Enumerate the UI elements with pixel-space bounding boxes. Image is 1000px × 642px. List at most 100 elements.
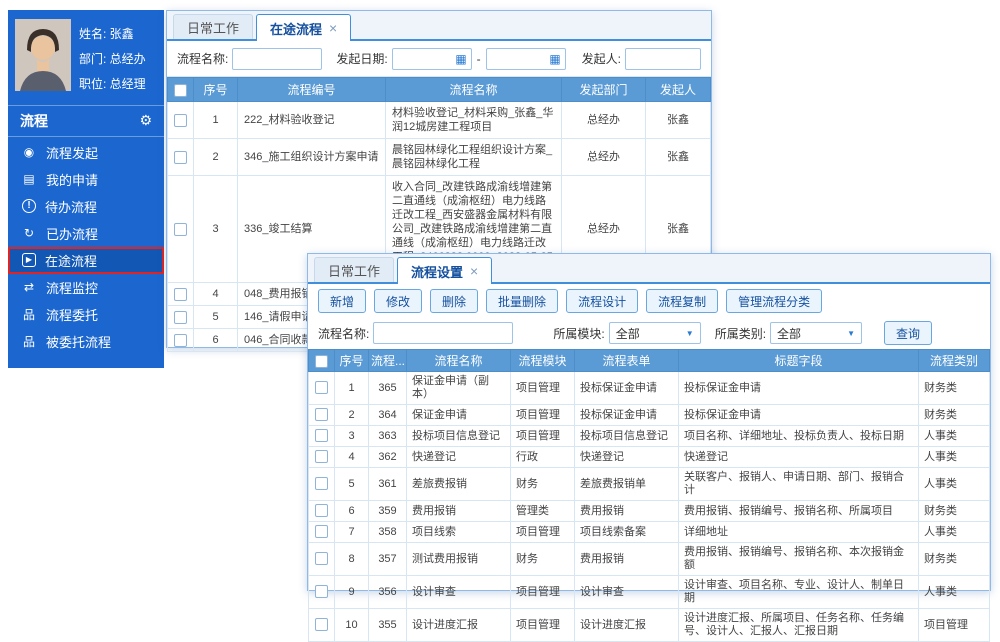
sidebar-item-initiate[interactable]: ◉流程发起 bbox=[8, 139, 164, 166]
table-row[interactable]: 2364保证金申请项目管理投标保证金申请投标保证金申请财务类 bbox=[309, 405, 990, 426]
row-checkbox[interactable] bbox=[174, 334, 187, 347]
sidebar-item-delegated[interactable]: 品被委托流程 bbox=[8, 328, 164, 355]
process-design-button[interactable]: 流程设计 bbox=[566, 289, 638, 313]
table-row[interactable]: 9356设计审查项目管理设计审查设计审查、项目名称、专业、设计人、制单日期人事类 bbox=[309, 576, 990, 609]
initiator-input[interactable] bbox=[625, 48, 701, 70]
tab-daily-work[interactable]: 日常工作 bbox=[173, 14, 253, 39]
sidebar-item-monitor[interactable]: ⇄流程监控 bbox=[8, 274, 164, 301]
add-button[interactable]: 新增 bbox=[318, 289, 366, 313]
table-row[interactable]: 2346_施工组织设计方案申请晨铭园林绿化工程组织设计方案_晨铭园林绿化工程总经… bbox=[168, 139, 711, 176]
cell-no: 4 bbox=[335, 447, 369, 468]
cell-name: 快递登记 bbox=[407, 447, 511, 468]
checkbox-cell bbox=[309, 447, 335, 468]
delete-button[interactable]: 删除 bbox=[430, 289, 478, 313]
select-all-checkbox[interactable] bbox=[174, 84, 187, 97]
row-checkbox[interactable] bbox=[315, 585, 328, 598]
row-checkbox[interactable] bbox=[174, 223, 187, 236]
category-select[interactable]: 全部 ▼ bbox=[770, 322, 862, 344]
delegate-icon: 品 bbox=[21, 306, 37, 323]
select-all-checkbox[interactable] bbox=[315, 355, 328, 368]
row-checkbox[interactable] bbox=[315, 429, 328, 442]
column-header[interactable]: 标题字段 bbox=[679, 350, 919, 372]
table-row[interactable]: 8357测试费用报销财务费用报销费用报销、报销编号、报销名称、本次报销金额财务类 bbox=[309, 543, 990, 576]
end-date-input[interactable]: ▦ bbox=[486, 48, 566, 70]
module-select[interactable]: 全部 ▼ bbox=[609, 322, 701, 344]
sidebar-item-delegate[interactable]: 品流程委托 bbox=[8, 301, 164, 328]
sidebar-item-in-transit[interactable]: ▶在途流程 bbox=[8, 247, 164, 274]
cell-category: 人事类 bbox=[919, 576, 990, 609]
row-checkbox[interactable] bbox=[315, 504, 328, 517]
row-checkbox[interactable] bbox=[174, 288, 187, 301]
sidebar-header: 流程 ⚙ bbox=[8, 105, 164, 137]
column-header[interactable]: 流程类别 bbox=[919, 350, 990, 372]
column-header[interactable]: 发起人 bbox=[646, 78, 711, 102]
table-row[interactable]: 1365保证金申请（副本）项目管理投标保证金申请投标保证金申请财务类 bbox=[309, 372, 990, 405]
table-row[interactable]: 4362快递登记行政快递登记快递登记人事类 bbox=[309, 447, 990, 468]
column-header[interactable]: 流程名称 bbox=[386, 78, 562, 102]
broadcast-icon: ◉ bbox=[21, 145, 37, 159]
table-row[interactable]: 7358项目线索项目管理项目线索备案详细地址人事类 bbox=[309, 522, 990, 543]
column-header[interactable]: 发起部门 bbox=[562, 78, 646, 102]
process-name-input[interactable] bbox=[373, 322, 513, 344]
tab-daily-work-2[interactable]: 日常工作 bbox=[314, 257, 394, 282]
table-row[interactable]: 1222_材料验收登记材料验收登记_材料采购_张鑫_华润12城房建工程项目总经办… bbox=[168, 102, 711, 139]
process-copy-button[interactable]: 流程复制 bbox=[646, 289, 718, 313]
module-label: 所属模块: bbox=[553, 325, 604, 342]
cell-no: 3 bbox=[335, 426, 369, 447]
table-row[interactable]: 5361差旅费报销财务差旅费报销单关联客户、报销人、申请日期、部门、报销合计人事… bbox=[309, 468, 990, 501]
row-checkbox[interactable] bbox=[315, 381, 328, 394]
row-checkbox[interactable] bbox=[315, 450, 328, 463]
sidebar-item-label: 已办流程 bbox=[46, 224, 98, 243]
table-row[interactable]: 6359费用报销管理类费用报销费用报销、报销编号、报销名称、所属项目财务类 bbox=[309, 501, 990, 522]
process-name-input[interactable] bbox=[232, 48, 322, 70]
chevron-down-icon: ▼ bbox=[686, 329, 694, 338]
cell-name: 投标项目信息登记 bbox=[407, 426, 511, 447]
column-header[interactable]: 流程表单 bbox=[575, 350, 679, 372]
sidebar-item-completed[interactable]: ↻已办流程 bbox=[8, 220, 164, 247]
row-checkbox[interactable] bbox=[315, 552, 328, 565]
cell-code: 222_材料验收登记 bbox=[238, 102, 386, 139]
column-header[interactable]: 序号 bbox=[194, 78, 238, 102]
tab-process-settings[interactable]: 流程设置 × bbox=[397, 257, 492, 284]
tab-in-transit-processes[interactable]: 在途流程 × bbox=[256, 14, 351, 41]
column-header[interactable]: 流程名称 bbox=[407, 350, 511, 372]
cell-category: 财务类 bbox=[919, 372, 990, 405]
cell-title_field: 投标保证金申请 bbox=[679, 405, 919, 426]
gear-icon[interactable]: ⚙ bbox=[139, 112, 152, 129]
row-checkbox[interactable] bbox=[174, 151, 187, 164]
row-checkbox[interactable] bbox=[174, 114, 187, 127]
column-header[interactable]: 流程... bbox=[369, 350, 407, 372]
column-header[interactable]: 序号 bbox=[335, 350, 369, 372]
manage-categories-button[interactable]: 管理流程分类 bbox=[726, 289, 822, 313]
batch-delete-button[interactable]: 批量删除 bbox=[486, 289, 558, 313]
close-icon[interactable]: × bbox=[329, 21, 337, 35]
row-checkbox[interactable] bbox=[315, 408, 328, 421]
table-row[interactable]: 3363投标项目信息登记项目管理投标项目信息登记项目名称、详细地址、投标负责人、… bbox=[309, 426, 990, 447]
cell-code: 357 bbox=[369, 543, 407, 576]
cell-title_field: 投标保证金申请 bbox=[679, 372, 919, 405]
row-checkbox[interactable] bbox=[315, 477, 328, 490]
row-checkbox[interactable] bbox=[315, 525, 328, 538]
query-button[interactable]: 查询 bbox=[884, 321, 932, 345]
cell-no: 2 bbox=[335, 405, 369, 426]
row-checkbox[interactable] bbox=[174, 311, 187, 324]
start-date-label: 发起日期: bbox=[336, 50, 387, 67]
table-row[interactable]: 10355设计进度汇报项目管理设计进度汇报设计进度汇报、所属项目、任务名称、任务… bbox=[309, 609, 990, 642]
edit-button[interactable]: 修改 bbox=[374, 289, 422, 313]
cell-no: 1 bbox=[335, 372, 369, 405]
cell-name: 保证金申请 bbox=[407, 405, 511, 426]
sidebar-item-pending[interactable]: !待办流程 bbox=[8, 193, 164, 220]
row-checkbox[interactable] bbox=[315, 618, 328, 631]
cell-name: 测试费用报销 bbox=[407, 543, 511, 576]
cell-category: 人事类 bbox=[919, 426, 990, 447]
start-date-input[interactable]: ▦ bbox=[392, 48, 472, 70]
checkbox-cell bbox=[309, 522, 335, 543]
avatar bbox=[15, 19, 71, 91]
column-header[interactable]: 流程模块 bbox=[511, 350, 575, 372]
sidebar-item-my-applications[interactable]: ▤我的申请 bbox=[8, 166, 164, 193]
cell-name: 晨铭园林绿化工程组织设计方案_晨铭园林绿化工程 bbox=[386, 139, 562, 176]
close-icon[interactable]: × bbox=[470, 264, 478, 278]
column-header[interactable]: 流程编号 bbox=[238, 78, 386, 102]
cell-form: 投标项目信息登记 bbox=[575, 426, 679, 447]
checkbox-cell bbox=[168, 283, 194, 306]
